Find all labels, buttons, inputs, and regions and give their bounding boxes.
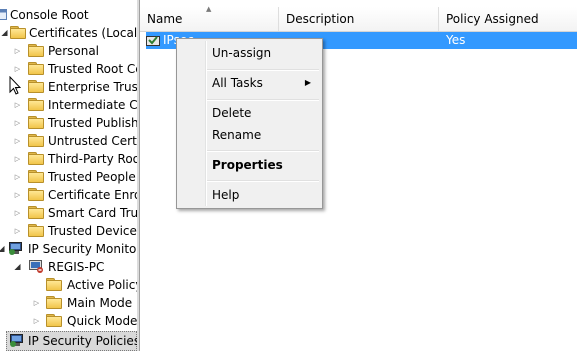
- computer-icon: [8, 242, 23, 255]
- column-label: Policy Assigned: [446, 12, 539, 26]
- console-root-icon: [0, 8, 9, 20]
- folder-icon: [28, 170, 44, 183]
- column-label: Description: [286, 12, 355, 26]
- monitor-icon: [28, 260, 43, 273]
- computer-icon: [9, 334, 24, 347]
- menu-separator: [207, 69, 319, 71]
- folder-icon: [28, 188, 44, 201]
- tree-label: Trusted Devices: [48, 224, 137, 238]
- folder-icon: [28, 116, 44, 129]
- menu-item-properties[interactable]: Properties: [179, 154, 320, 176]
- column-header-policy-assigned[interactable]: Policy Assigned: [439, 7, 577, 31]
- tree-label: Main Mode: [67, 296, 133, 310]
- collapsed-arrow-icon[interactable]: ▷: [13, 42, 22, 60]
- tree-label: Smart Card Trusted Roots: [48, 206, 137, 220]
- collapsed-arrow-icon[interactable]: ▷: [13, 96, 22, 114]
- tree-label: Untrusted Certificates: [48, 134, 137, 148]
- certificate-store-icon: [10, 26, 26, 39]
- column-header-name[interactable]: ▲ Name: [140, 5, 279, 31]
- folder-icon: [28, 44, 44, 57]
- tree-label: Third-Party Root Certification Authoriti…: [48, 152, 137, 166]
- menu-label: Un-assign: [212, 46, 272, 60]
- menu-label: All Tasks: [212, 76, 263, 90]
- collapsed-arrow-icon[interactable]: ▷: [13, 114, 22, 132]
- folder-icon: [28, 62, 44, 75]
- menu-item-all-tasks[interactable]: All Tasks ▶: [179, 72, 320, 94]
- menu-label: Rename: [212, 128, 262, 142]
- folder-icon: [28, 134, 44, 147]
- collapsed-arrow-icon[interactable]: ▷: [13, 222, 22, 240]
- tree-label: Personal: [48, 44, 100, 58]
- collapsed-arrow-icon[interactable]: ▷: [32, 312, 41, 330]
- tree-label: Console Root: [10, 8, 89, 22]
- expanded-arrow-icon[interactable]: ◢: [0, 240, 6, 258]
- tree-label: Certificates (Local Computer): [29, 26, 137, 40]
- column-header-description[interactable]: Description: [279, 7, 439, 31]
- tree-label: Trusted Root Certification Authorities: [48, 62, 137, 76]
- folder-icon: [46, 296, 62, 309]
- ipsec-policy-icon: [146, 34, 161, 46]
- tree-label: Quick Mode: [67, 314, 137, 328]
- sort-ascending-icon: ▲: [206, 5, 212, 13]
- console-tree[interactable]: Console Root ◢ Certificates (Local Compu…: [0, 0, 137, 351]
- folder-icon: [28, 206, 44, 219]
- collapsed-arrow-icon[interactable]: ▷: [13, 150, 22, 168]
- tree-item-ip-security-policies[interactable]: IP Security Policies on Local Computer: [6, 331, 137, 351]
- tree-label: REGIS-PC: [48, 260, 105, 274]
- menu-item-help[interactable]: Help: [179, 184, 320, 206]
- expanded-arrow-icon[interactable]: ◢: [13, 258, 22, 276]
- collapsed-arrow-icon[interactable]: ▷: [13, 204, 22, 222]
- tree-label: Intermediate Certification Authorities: [48, 98, 137, 112]
- menu-label: Properties: [212, 158, 283, 172]
- folder-icon: [28, 152, 44, 165]
- tree-label: IP Security Monitor: [28, 242, 137, 256]
- folder-icon: [46, 314, 62, 327]
- menu-separator: [207, 180, 319, 182]
- menu-item-unassign[interactable]: Un-assign: [179, 42, 320, 64]
- tree-label: IP Security Policies on Local Computer: [28, 334, 137, 348]
- tree-label: Certificate Enrollment Requests: [48, 188, 137, 202]
- tree-label: Active Policy: [67, 278, 137, 292]
- collapsed-arrow-icon[interactable]: ▷: [32, 294, 41, 312]
- menu-label: Delete: [212, 106, 252, 120]
- context-menu[interactable]: Un-assign All Tasks ▶ Delete Rename Prop…: [176, 38, 323, 209]
- menu-separator: [207, 150, 319, 152]
- expanded-arrow-icon[interactable]: ◢: [0, 24, 9, 42]
- collapsed-arrow-icon[interactable]: ▷: [13, 168, 22, 186]
- menu-separator: [207, 99, 319, 101]
- tree-label: Enterprise Trust: [48, 80, 137, 94]
- collapsed-arrow-icon[interactable]: ▷: [13, 132, 22, 150]
- submenu-arrow-icon: ▶: [304, 78, 311, 87]
- menu-item-delete[interactable]: Delete: [179, 102, 320, 124]
- mouse-cursor-icon: [9, 76, 21, 95]
- menu-label: Help: [212, 188, 240, 202]
- tree-label: Trusted People: [48, 170, 136, 184]
- column-label: Name: [147, 12, 183, 26]
- menu-item-rename[interactable]: Rename: [179, 124, 320, 146]
- tree-label: Trusted Publishers: [48, 116, 137, 130]
- list-header: ▲ Name Description Policy Assigned: [140, 5, 577, 32]
- folder-icon: [28, 224, 44, 237]
- folder-icon: [28, 98, 44, 111]
- cell-policy-assigned: Yes: [446, 33, 466, 47]
- folder-icon: [46, 278, 62, 291]
- collapsed-arrow-icon[interactable]: ▷: [13, 186, 22, 204]
- folder-icon: [28, 80, 44, 93]
